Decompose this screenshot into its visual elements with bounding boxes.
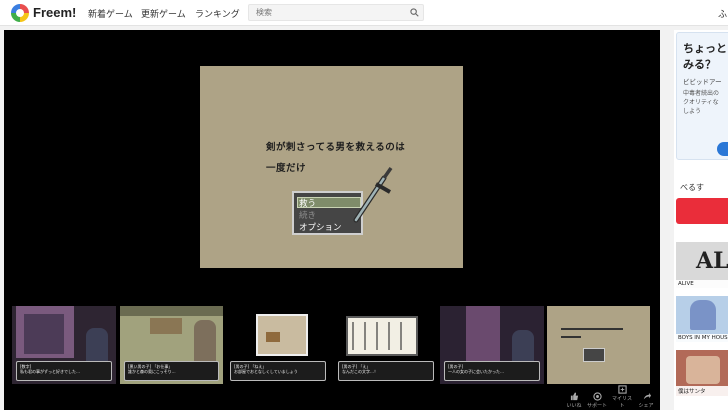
share-icon	[643, 392, 651, 400]
player-controls: いいね サポート マイリスト シェア	[560, 385, 660, 410]
thumbnail-caption: [男の子] 「ねえ」 お部屋でおとなしくしていましょう	[230, 361, 326, 381]
menu-item-continue[interactable]: 続き	[299, 209, 316, 221]
ad-title-line1: ちょっと	[683, 42, 727, 55]
screenshot-thumbnail-3[interactable]: [男の子] 「ねえ」 お部屋でおとなしくしていましょう	[226, 306, 330, 384]
right-sidebar: ちょっと みる？ ビビッドアー 中毒者続出の クオリティな しよう べるす AL…	[674, 30, 728, 410]
red-banner[interactable]	[676, 198, 728, 224]
ad-cta-button[interactable]	[717, 142, 728, 156]
recommended-game-2[interactable]: BOYS IN MY HOUSE	[676, 296, 728, 342]
ad-description: 中毒者続出の クオリティな しよう	[683, 90, 720, 115]
thumbnail-caption: [黒い男の子] 「お仕事」 誰かと森の奥にこっそり…	[124, 361, 219, 381]
thumbs-up-icon	[570, 392, 578, 401]
search-icon[interactable]	[410, 8, 419, 17]
menu-item-options[interactable]: オプション	[299, 221, 342, 233]
screenshot-thumbnail-5[interactable]: [男の子] 一人の女の子に会いたかった…	[440, 306, 544, 384]
game-text-line2: 一度だけ	[266, 163, 307, 174]
advertisement-banner[interactable]: ちょっと みる？ ビビッドアー 中毒者続出の クオリティな しよう	[676, 32, 728, 160]
game-screen[interactable]: 剣が刺さってる男を救えるのは 一度だけ 救う 続き オプション	[200, 66, 463, 268]
recommended-game-title: BOYS IN MY HOUSE	[676, 334, 728, 342]
alive-logo: ALI	[696, 248, 728, 274]
nav-ranking[interactable]: ランキング	[195, 7, 240, 20]
freem-logo-icon[interactable]	[11, 4, 29, 22]
recommended-game-title: 僕はサンタ	[676, 386, 728, 396]
screenshot-thumbnail-1[interactable]: [数字] 私も君の事がずっと好きでした…	[12, 306, 116, 384]
recommended-game-1[interactable]: ALI ALIVE	[676, 242, 728, 288]
game-text-line1: 剣が刺さってる男を救えるのは	[266, 142, 406, 153]
thumbnail-caption: [男の子] 一人の女の子に会いたかった…	[444, 361, 540, 381]
game-player[interactable]: 剣が刺さってる男を救えるのは 一度だけ 救う 続き オプション [数字] 私も君の…	[4, 30, 660, 410]
nav-new-games[interactable]: 新着ゲーム	[88, 7, 133, 20]
ad-subtitle: ビビッドアー	[683, 78, 722, 86]
section-label: べるす	[680, 183, 704, 192]
screenshot-thumbnail-6[interactable]	[547, 306, 650, 384]
support-icon	[592, 392, 602, 401]
sword-icon	[353, 166, 393, 223]
header-user-text[interactable]: ふ	[718, 7, 727, 20]
ad-title-line2: みる？	[683, 58, 716, 71]
mylist-button[interactable]: マイリスト	[612, 385, 632, 409]
search-input[interactable]	[256, 8, 406, 17]
menu-item-save[interactable]: 救う	[299, 197, 316, 209]
thumbnail-caption: [男の子] 「え」 なんだこの文字…！	[338, 361, 434, 381]
site-header: Freem! 新着ゲーム 更新ゲーム ランキング ふ	[0, 0, 728, 26]
recommended-game-3[interactable]: 僕はサンタ	[676, 350, 728, 396]
like-button[interactable]: いいね	[564, 392, 584, 409]
recommended-game-title: ALIVE	[676, 280, 728, 288]
brand-name[interactable]: Freem!	[33, 5, 76, 20]
mylist-icon	[617, 385, 627, 394]
screenshot-thumbnail-4[interactable]: [男の子] 「え」 なんだこの文字…！	[334, 306, 438, 384]
share-button[interactable]: シェア	[636, 392, 656, 409]
support-button[interactable]: サポート	[587, 392, 607, 409]
thumbnail-caption: [数字] 私も君の事がずっと好きでした…	[16, 361, 112, 381]
nav-updated-games[interactable]: 更新ゲーム	[141, 7, 186, 20]
search-box[interactable]	[248, 4, 424, 21]
screenshot-thumbnail-2[interactable]: [黒い男の子] 「お仕事」 誰かと森の奥にこっそり…	[120, 306, 223, 384]
